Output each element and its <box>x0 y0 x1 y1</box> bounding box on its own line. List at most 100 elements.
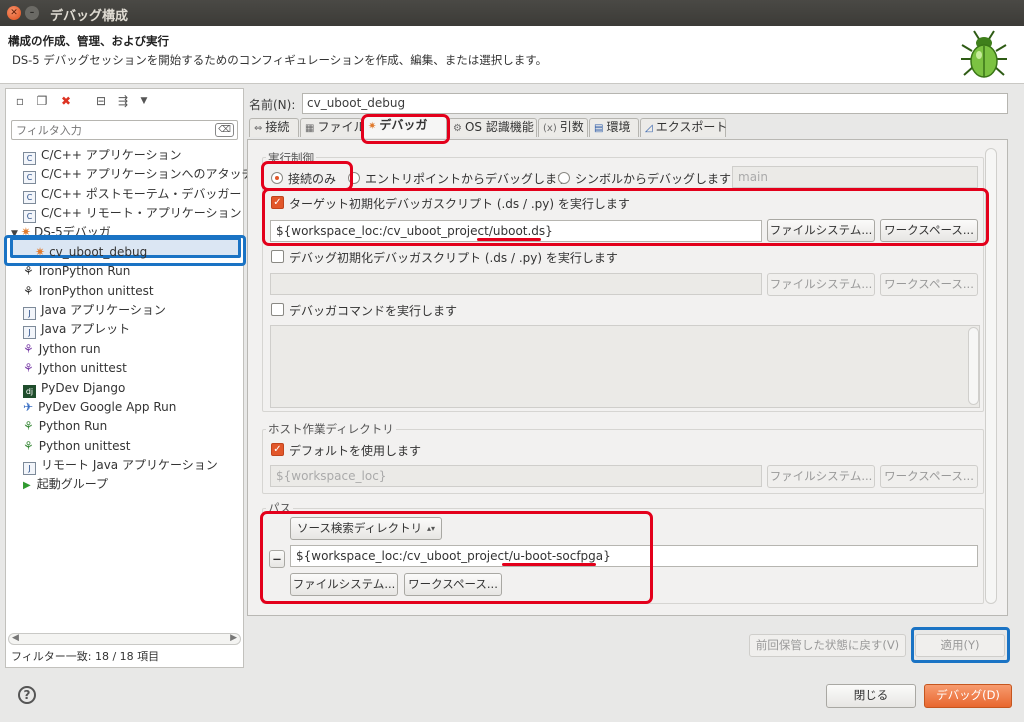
tree-item-c-app[interactable]: C C/C++ アプリケーション <box>23 146 182 165</box>
revert-button[interactable]: 前回保管した状態に戻す(V) <box>749 634 906 657</box>
debug-script-input[interactable] <box>270 273 762 295</box>
header-description: DS-5 デバッグセッションを開始するためのコンフィギュレーションを作成、編集、… <box>12 53 548 67</box>
host-workspace-button[interactable]: ワークスペース... <box>880 465 978 488</box>
tree-item-python-unittest[interactable]: ⚘ Python unittest <box>23 437 130 456</box>
tree-item-jython-unittest[interactable]: ⚘ Jython unittest <box>23 359 127 378</box>
clear-filter-icon[interactable]: ⌫ <box>215 123 234 137</box>
tab-export[interactable]: ◿ エクスポート <box>640 118 728 137</box>
debug-commands-checkbox[interactable] <box>271 303 284 316</box>
debug-button[interactable]: デバッグ(D) <box>924 684 1012 708</box>
window-close-button[interactable]: ✕ <box>7 6 21 20</box>
help-icon[interactable]: ? <box>18 686 36 704</box>
bug-icon <box>961 30 1007 78</box>
tree-item-java-applet[interactable]: J Java アプレット <box>23 320 130 339</box>
tab-file[interactable]: ▦ ファイル <box>300 118 366 137</box>
tree-item-label: 起動グループ <box>36 477 108 491</box>
python-unittest-icon: ⚘ <box>23 439 34 453</box>
filter-field[interactable]: ⌫ <box>11 120 238 140</box>
tree-item-label: Python unittest <box>38 439 131 453</box>
tree-item-label: Java アプレット <box>41 322 131 336</box>
title-bar: ✕ – デバッグ構成 <box>0 0 1024 26</box>
file-icon: ▦ <box>305 123 315 134</box>
tree-item-label: IronPython Run <box>38 264 131 278</box>
c-app-icon: C <box>23 152 36 165</box>
tree-item-launch-group[interactable]: ▶ 起動グループ <box>23 475 108 494</box>
google-app-icon: ✈ <box>23 400 34 414</box>
c-remote-icon: C <box>23 210 36 223</box>
use-default-checkbox[interactable]: ✓ <box>271 443 284 456</box>
tree-item-ironpython-unittest[interactable]: ⚘ IronPython unittest <box>23 282 154 301</box>
tab-label: 引数 <box>559 120 584 134</box>
horizontal-scrollbar[interactable]: ◀ ▶ <box>8 633 241 645</box>
export-icon: ◿ <box>645 123 653 134</box>
dialog-header: 構成の作成、管理、および実行 DS-5 デバッグセッションを開始するためのコンフ… <box>0 26 1024 84</box>
duplicate-icon[interactable]: ❐ <box>35 94 49 108</box>
os-icon: ⚙ <box>453 123 462 134</box>
name-input[interactable]: cv_uboot_debug <box>302 93 1008 114</box>
collapse-all-icon[interactable]: ⊟ <box>94 94 108 108</box>
commands-scrollbar[interactable] <box>968 327 979 405</box>
environment-icon: ▤ <box>594 123 604 134</box>
symbol-radio[interactable] <box>558 172 570 184</box>
tree-item-java-app[interactable]: J Java アプリケーション <box>23 301 166 320</box>
host-dir-label: ホスト作業ディレクトリ <box>266 421 396 437</box>
tree-item-python-run[interactable]: ⚘ Python Run <box>23 417 107 436</box>
window-title: デバッグ構成 <box>50 9 129 24</box>
debug-script-checkbox[interactable] <box>271 250 284 263</box>
tab-label: ファイル <box>317 120 366 134</box>
header-title: 構成の作成、管理、および実行 <box>8 34 169 48</box>
annotation-highlight-target-script <box>262 188 989 246</box>
tree-item-google-app[interactable]: ✈ PyDev Google App Run <box>23 398 176 417</box>
tree-item-label: PyDev Django <box>41 381 126 395</box>
tree-item-label: C/C++ ポストモーテム・デバッガー <box>41 187 242 201</box>
debug-commands-label: デバッガコマンドを実行します <box>289 304 458 318</box>
close-button[interactable]: 閉じる <box>826 684 916 708</box>
jython-run-icon: ⚘ <box>23 342 34 356</box>
annotation-highlight-apply <box>911 627 1010 663</box>
tree-item-label: リモート Java アプリケーション <box>41 458 218 472</box>
annotation-highlight-paths <box>260 511 653 604</box>
tab-label: OS 認識機能 <box>464 120 534 134</box>
filter-icon[interactable]: ⇶ <box>116 94 130 108</box>
delete-icon[interactable]: ✖ <box>59 94 73 108</box>
configuration-tree-panel: ▫ ❐ ✖ ⊟ ⇶ ▼ ⌫ C C/C++ アプリケーション C C/C++ アプリ… <box>5 88 254 668</box>
tree-toolbar: ▫ ❐ ✖ ⊟ ⇶ ▼ <box>6 89 243 115</box>
name-label: 名前(N): <box>249 98 296 112</box>
filter-input[interactable] <box>12 121 212 139</box>
tree-item-c-attach[interactable]: C C/C++ アプリケーションへのアタッチ <box>23 165 254 184</box>
tree-item-remote-java[interactable]: J リモート Java アプリケーション <box>23 456 218 475</box>
host-dir-input[interactable]: ${workspace_loc} <box>270 465 762 487</box>
tree-item-label: Jython run <box>38 342 101 356</box>
tree-item-label: IronPython unittest <box>38 284 154 298</box>
new-config-icon[interactable]: ▫ <box>13 94 27 108</box>
host-filesystem-button[interactable]: ファイルシステム... <box>767 465 875 488</box>
window-minimize-button[interactable]: – <box>25 6 39 20</box>
filter-status: フィルター一致: 18 / 18 項目 <box>11 650 160 663</box>
scroll-left-icon[interactable]: ◀ <box>12 633 19 643</box>
arguments-icon: (x) <box>543 123 557 134</box>
scroll-right-icon[interactable]: ▶ <box>230 633 237 643</box>
python-run-icon: ⚘ <box>23 419 34 433</box>
annotation-highlight-config <box>4 235 246 266</box>
symbol-input[interactable]: main <box>732 166 978 188</box>
chevron-down-icon[interactable]: ▼ <box>137 94 151 108</box>
annotation-highlight-debugger-tab <box>361 114 450 144</box>
tab-environment[interactable]: ▤ 環境 <box>589 118 639 137</box>
tree-item-jython-run[interactable]: ⚘ Jython run <box>23 340 101 359</box>
tree-item-c-postmortem[interactable]: C C/C++ ポストモーテム・デバッガー <box>23 185 241 204</box>
c-attach-icon: C <box>23 171 36 184</box>
tree-item-c-remote[interactable]: C C/C++ リモート・アプリケーション <box>23 204 242 223</box>
use-default-label: デフォルトを使用します <box>289 444 422 458</box>
tree-item-pydev-django[interactable]: dj PyDev Django <box>23 379 125 398</box>
entrypoint-label: エントリポイントからデバッグします <box>365 172 570 186</box>
debug-filesystem-button[interactable]: ファイルシステム... <box>767 273 875 296</box>
debug-commands-textarea[interactable] <box>270 325 980 408</box>
tree-item-label: C/C++ アプリケーションへのアタッチ <box>41 167 254 181</box>
tab-os-awareness[interactable]: ⚙ OS 認識機能 <box>448 118 537 137</box>
tab-arguments[interactable]: (x) 引数 <box>538 118 588 137</box>
tree-item-label: Python Run <box>38 419 108 433</box>
debug-workspace-button[interactable]: ワークスペース... <box>880 273 978 296</box>
java-app-icon: J <box>23 307 36 320</box>
tab-label: エクスポート <box>655 120 728 134</box>
tab-connection[interactable]: ⇔ 接続 <box>249 118 299 137</box>
